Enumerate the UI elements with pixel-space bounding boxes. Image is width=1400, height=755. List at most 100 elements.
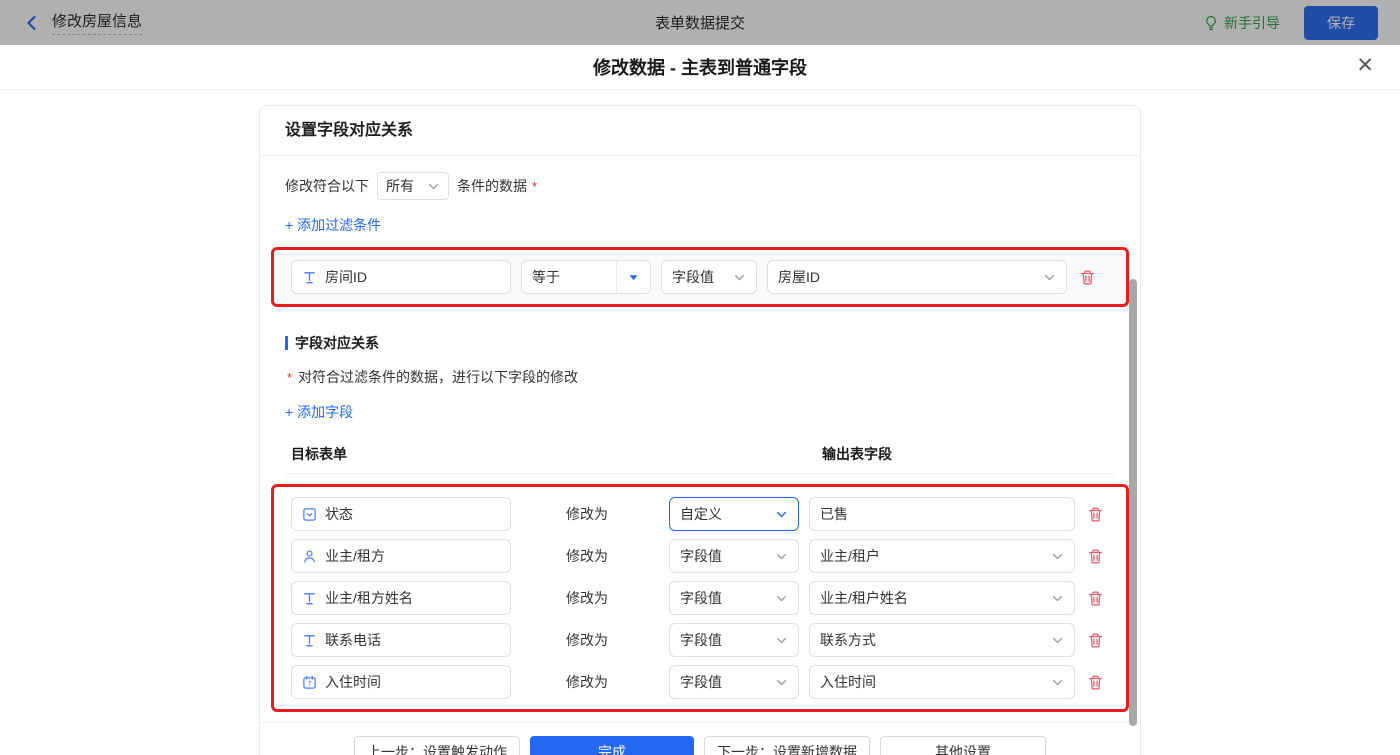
chevron-down-icon (733, 271, 746, 284)
output-value: 联系方式 (820, 630, 1045, 650)
vertical-scrollbar-thumb[interactable] (1129, 279, 1137, 726)
mode-value: 自定义 (680, 504, 769, 524)
section-accent-bar (285, 336, 288, 350)
mode-select[interactable]: 自定义 (669, 497, 799, 531)
done-button[interactable]: 完成 (530, 736, 694, 755)
chevron-down-icon (775, 676, 788, 689)
filter-value-select[interactable]: 房屋ID (767, 260, 1067, 294)
column-header-output-field: 输出表字段 (822, 444, 892, 464)
trash-icon[interactable] (1079, 269, 1096, 286)
close-icon[interactable]: ✕ (1356, 55, 1374, 76)
add-filter-condition-link[interactable]: + 添加过滤条件 (285, 215, 381, 235)
back-icon[interactable] (22, 13, 42, 33)
target-field-input[interactable]: 7 入住时间 (291, 665, 511, 699)
required-mark: * (532, 179, 537, 194)
mapping-description: 对符合过滤条件的数据，进行以下字段的修改 (298, 369, 578, 385)
target-field-label: 联系电话 (325, 630, 500, 650)
modal-title: 修改数据 - 主表到普通字段 (593, 54, 807, 80)
output-value-input[interactable]: 已售 (809, 497, 1075, 531)
output-value: 业主/租户 (820, 546, 1045, 566)
save-button[interactable]: 保存 (1304, 6, 1378, 40)
trash-icon[interactable] (1087, 632, 1104, 649)
text-field-icon (302, 633, 317, 648)
trash-icon[interactable] (1087, 674, 1104, 691)
output-field[interactable]: 业主/租户姓名 (809, 581, 1075, 615)
target-field-input[interactable]: 业主/租方 (291, 539, 511, 573)
target-field-input[interactable]: 联系电话 (291, 623, 511, 657)
filter-operator-select[interactable]: 等于 (521, 260, 651, 294)
output-value: 业主/租户姓名 (820, 588, 1045, 608)
caret-down-icon (616, 261, 650, 293)
modify-to-label: 修改为 (566, 504, 610, 524)
filter-field-value: 房间ID (325, 267, 500, 287)
mode-select[interactable]: 字段值 (669, 581, 799, 615)
card-header: 设置字段对应关系 (260, 106, 1140, 156)
target-field-label: 业主/租方 (325, 546, 500, 566)
output-value: 入住时间 (820, 672, 1045, 692)
mapping-row: 联系电话 修改为 字段值 联系方式 (291, 623, 1109, 657)
calendar-icon: 7 (302, 675, 317, 690)
target-field-input[interactable]: 状态 (291, 497, 511, 531)
beginner-guide-label: 新手引导 (1224, 13, 1280, 33)
condition-scope-select[interactable]: 所有 (377, 172, 449, 200)
page-title: 表单数据提交 (655, 12, 745, 33)
select-field-icon (302, 507, 317, 522)
bulb-icon (1203, 15, 1219, 31)
output-field[interactable]: 入住时间 (809, 665, 1075, 699)
filter-value-type-select[interactable]: 字段值 (661, 260, 757, 294)
chevron-down-icon (775, 592, 788, 605)
filter-operator-value: 等于 (522, 267, 616, 287)
trash-icon[interactable] (1087, 506, 1104, 523)
mapping-row: 业主/租方 修改为 字段值 业主/租户 (291, 539, 1109, 573)
output-field[interactable]: 业主/租户 (809, 539, 1075, 573)
filter-value: 房屋ID (778, 267, 1037, 287)
edit-data-modal: 修改数据 - 主表到普通字段 ✕ 设置字段对应关系 修改符合以下 所有 条件的数… (0, 45, 1400, 755)
chevron-down-icon (427, 180, 440, 193)
condition-scope-value: 所有 (386, 176, 421, 196)
required-mark: * (287, 370, 292, 385)
mode-value: 字段值 (680, 546, 769, 566)
trash-icon[interactable] (1087, 548, 1104, 565)
chevron-down-icon (775, 508, 788, 521)
field-mapping-card: 设置字段对应关系 修改符合以下 所有 条件的数据 * + 添加过滤条件 房间ID (259, 105, 1141, 755)
column-header-target-form: 目标表单 (291, 444, 347, 464)
flow-title[interactable]: 修改房屋信息 (52, 10, 142, 35)
person-icon (302, 549, 317, 564)
modify-to-label: 修改为 (566, 588, 610, 608)
mode-select[interactable]: 字段值 (669, 539, 799, 573)
field-mapping-highlight-box: 状态 修改为 自定义 已售 业主/租方 修改为 字段值 业主/租户 (271, 484, 1129, 712)
add-field-link[interactable]: + 添加字段 (285, 402, 353, 422)
mapping-row: 7 入住时间 修改为 字段值 入住时间 (291, 665, 1109, 699)
target-field-label: 状态 (325, 504, 500, 524)
chevron-down-icon (1043, 271, 1056, 284)
trash-icon[interactable] (1087, 590, 1104, 607)
target-field-input[interactable]: 业主/租方姓名 (291, 581, 511, 615)
output-field[interactable]: 联系方式 (809, 623, 1075, 657)
modify-to-label: 修改为 (566, 630, 610, 650)
chevron-down-icon (1051, 634, 1064, 647)
chevron-down-icon (1051, 676, 1064, 689)
mode-select[interactable]: 字段值 (669, 665, 799, 699)
chevron-down-icon (1051, 550, 1064, 563)
target-field-label: 入住时间 (325, 672, 500, 692)
column-divider (285, 473, 1115, 474)
chevron-down-icon (775, 634, 788, 647)
other-settings-button[interactable]: 其他设置 (880, 736, 1046, 755)
filter-condition-row: 房间ID 等于 字段值 房屋ID (291, 260, 1109, 294)
text-field-icon (302, 591, 317, 606)
mode-value: 字段值 (680, 588, 769, 608)
prev-step-button[interactable]: 上一步：设置触发动作 (354, 736, 520, 755)
beginner-guide-link[interactable]: 新手引导 (1203, 13, 1280, 33)
modify-to-label: 修改为 (566, 546, 610, 566)
filter-condition-highlight-box: 房间ID 等于 字段值 房屋ID (271, 247, 1129, 307)
top-app-bar: 修改房屋信息 表单数据提交 新手引导 保存 (0, 0, 1400, 45)
next-step-button[interactable]: 下一步：设置新增数据 (704, 736, 870, 755)
svg-text:7: 7 (308, 680, 312, 687)
condition-suffix-label: 条件的数据 (457, 176, 527, 196)
filter-value-type: 字段值 (672, 267, 727, 287)
mapping-section-title: 字段对应关系 (295, 333, 379, 353)
chevron-down-icon (775, 550, 788, 563)
mode-select[interactable]: 字段值 (669, 623, 799, 657)
filter-field-input[interactable]: 房间ID (291, 260, 511, 294)
mapping-row: 状态 修改为 自定义 已售 (291, 497, 1109, 531)
